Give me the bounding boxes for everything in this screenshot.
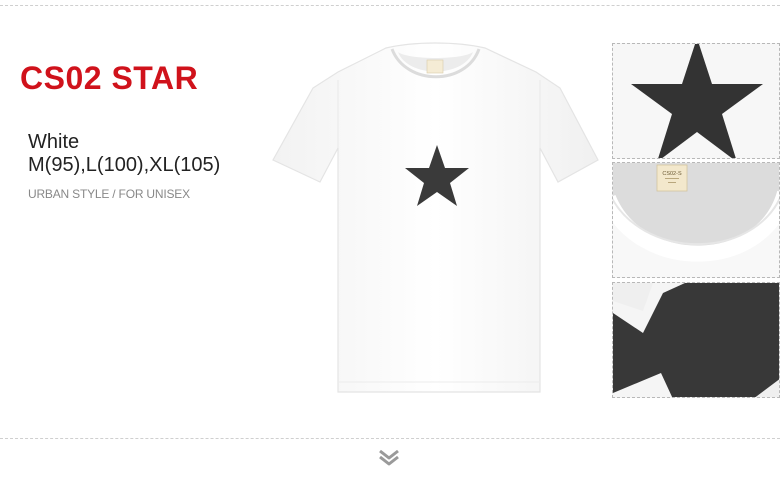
label-text: CS02-S [662, 171, 682, 177]
bottom-divider [0, 438, 780, 439]
top-divider [0, 5, 780, 6]
thumbnail-fabric-closeup[interactable] [612, 282, 780, 398]
product-tagline: URBAN STYLE / FOR UNISEX [28, 187, 190, 201]
thumbnail-star-closeup[interactable] [612, 43, 780, 159]
shirt-body [272, 42, 599, 393]
thumbnail-collar-closeup[interactable]: CS02-S [612, 162, 780, 278]
product-title: CS02 STAR [20, 60, 199, 96]
product-sizes: M(95),L(100),XL(105) [28, 154, 221, 176]
product-color: White [28, 131, 80, 153]
product-image [272, 42, 599, 393]
chevron-down-icon[interactable] [378, 449, 400, 467]
neck-label [426, 59, 444, 74]
